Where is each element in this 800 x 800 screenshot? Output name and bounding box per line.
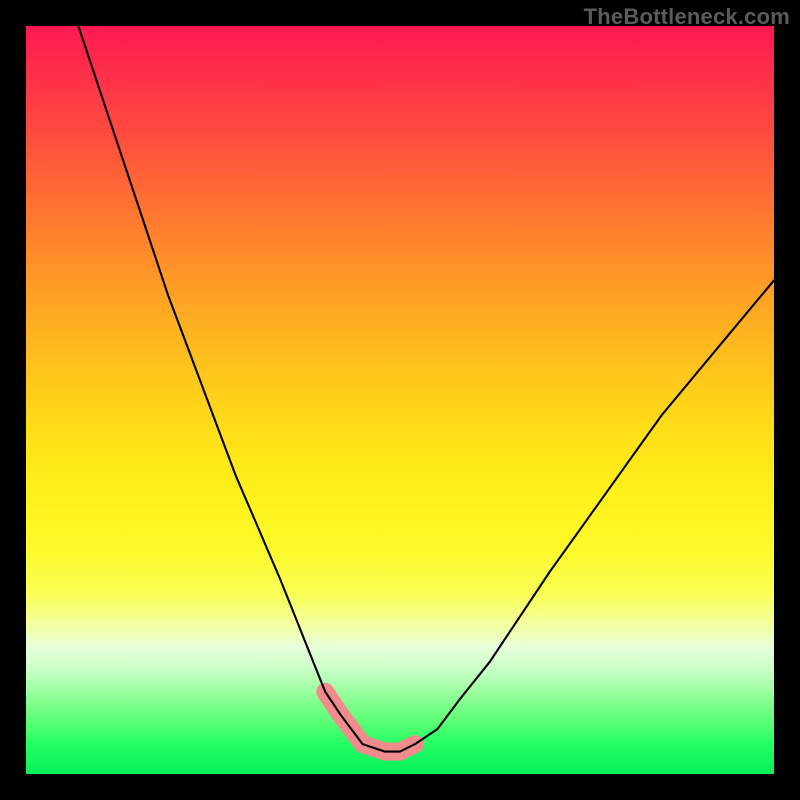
plot-background	[26, 26, 774, 774]
watermark-text: TheBottleneck.com	[584, 4, 790, 30]
chart-frame: TheBottleneck.com	[0, 0, 800, 800]
